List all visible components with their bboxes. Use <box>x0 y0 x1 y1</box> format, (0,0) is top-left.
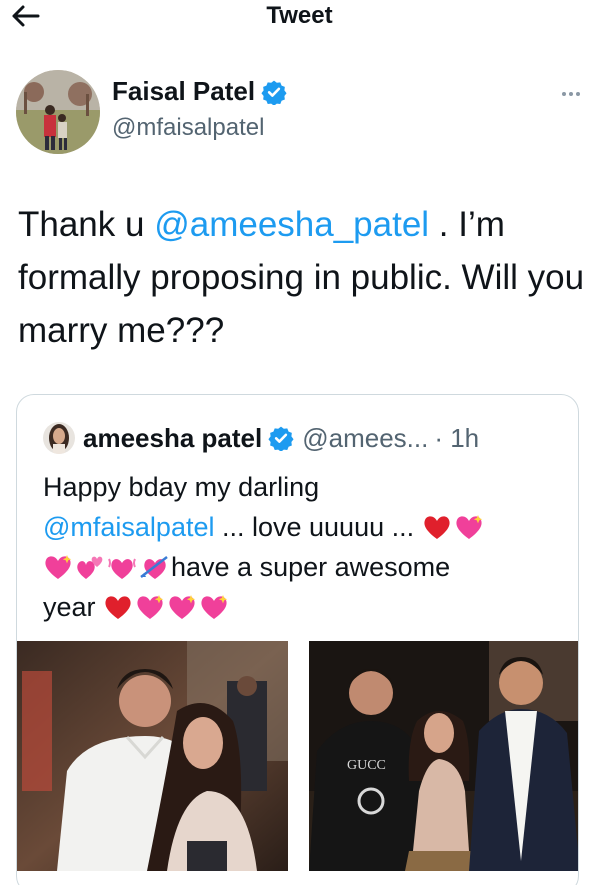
verified-badge-icon <box>261 80 287 105</box>
tweet-photo-1[interactable] <box>17 641 288 871</box>
verified-badge-icon <box>268 426 294 451</box>
beating-heart-icon <box>108 558 136 579</box>
quoted-author-handle[interactable]: @amees... <box>302 423 428 454</box>
author-name[interactable]: Faisal Patel <box>112 76 287 107</box>
mention-link[interactable]: @mfaisalpatel <box>43 512 214 542</box>
sparkling-heart-icon <box>169 595 196 619</box>
red-heart-icon <box>105 596 131 619</box>
mention-link[interactable]: @ameesha_patel <box>154 205 429 244</box>
svg-text:GUCC: GUCC <box>347 758 386 773</box>
quoted-author-name[interactable]: ameesha patel <box>83 423 262 454</box>
page-title: Tweet <box>266 2 333 29</box>
quoted-timestamp[interactable]: · 1h <box>434 423 479 454</box>
quoted-avatar[interactable] <box>43 422 75 454</box>
top-bar: Tweet <box>0 0 599 34</box>
tweet-author: Faisal Patel @mfaisalpatel <box>16 70 586 154</box>
sparkling-heart-icon <box>456 515 482 539</box>
author-handle[interactable]: @mfaisalpatel <box>112 114 264 142</box>
sparkling-heart-icon <box>45 555 72 579</box>
two-hearts-icon <box>77 556 103 579</box>
sparkling-heart-icon <box>201 595 228 619</box>
more-options-button[interactable] <box>556 86 586 102</box>
sparkling-heart-icon <box>137 595 164 619</box>
author-name-label: Faisal Patel <box>112 76 256 106</box>
avatar[interactable] <box>16 70 100 154</box>
quoted-tweet-header: ameesha patel @amees... · 1h <box>43 421 479 455</box>
quoted-tweet-text: Happy bday my darling @mfaisalpatel ... … <box>43 467 563 627</box>
heart-with-arrow-icon <box>140 556 168 579</box>
quoted-tweet[interactable]: ameesha patel @amees... · 1h Happy bday … <box>16 394 579 885</box>
tweet-text: Thank u @ameesha_patel . I’m formally pr… <box>18 205 585 350</box>
red-heart-icon <box>424 516 450 539</box>
more-horizontal-icon <box>562 92 566 96</box>
tweet-photo-2[interactable]: GUCC <box>309 641 578 871</box>
